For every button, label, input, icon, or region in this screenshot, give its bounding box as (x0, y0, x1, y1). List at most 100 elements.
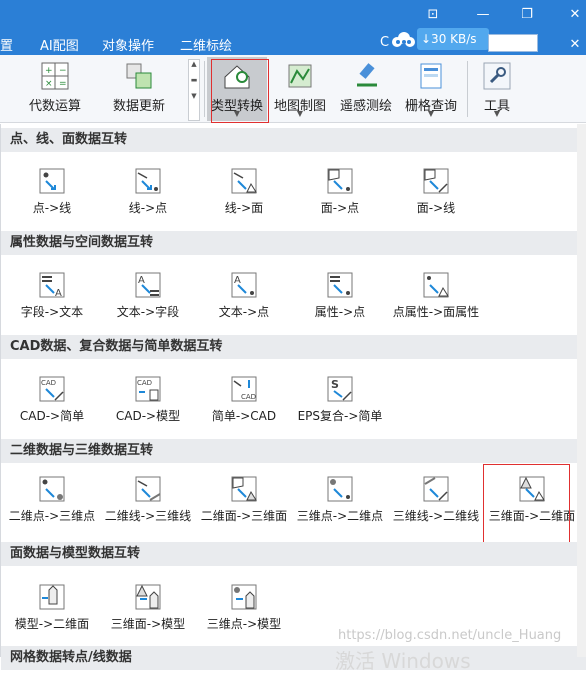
tool-label: 模型->二维面 (14, 617, 90, 631)
tool-3d-line-to-2d-line[interactable]: 三维线->二维线 (388, 476, 484, 523)
svg-text:×: × (45, 79, 53, 89)
svg-text:S: S (331, 378, 339, 391)
tool-label: 点属性->面属性 (392, 305, 480, 319)
ribbon-scroll[interactable]: ▲ ▬ ▼ (188, 59, 200, 121)
convert-icon (423, 476, 449, 502)
svg-text:A: A (138, 275, 145, 286)
convert-icon: A (231, 272, 257, 298)
tool-cad-to-model[interactable]: CAD CAD->模型 (100, 376, 196, 423)
close-icon[interactable]: ✕ (566, 6, 584, 24)
tool-polygon-to-point[interactable]: 面->点 (292, 168, 388, 215)
convert-icon: A (135, 272, 161, 298)
tool-label: 面->线 (416, 201, 456, 215)
tool-point-attr-to-polygon-attr[interactable]: 点属性->面属性 (388, 272, 484, 319)
tool-label: 面->点 (320, 201, 360, 215)
tool-label: 属性->点 (314, 305, 366, 319)
convert-icon (135, 584, 161, 610)
tool-label: 字段->文本 (20, 305, 84, 319)
wrench-icon (483, 62, 511, 90)
cloud-icon (392, 32, 415, 47)
raster-query-button[interactable]: 栅格查询 ▼ (400, 57, 462, 121)
menu-item-ai-mapping[interactable]: AI配图 (40, 35, 79, 54)
windows-activation-watermark: 激活 Windows (335, 649, 471, 673)
ribbon-separator (204, 61, 205, 117)
section-header: 二维数据与三维数据互转 (1, 439, 586, 463)
convert-icon (39, 476, 65, 502)
chevron-down-icon: ▼ (296, 109, 304, 118)
tool-3d-point-to-2d-point[interactable]: 三维点->二维点 (292, 476, 388, 523)
section-header: 面数据与模型数据互转 (1, 542, 586, 566)
svg-text:+: + (45, 66, 53, 76)
tool-3d-polygon-to-model[interactable]: 三维面->模型 (100, 584, 196, 631)
type-convert-panel: 点、线、面数据互转 点->线 线->点 线->面 面->点 面->线 属性数据与… (0, 124, 586, 670)
tool-2d-point-to-3d-point[interactable]: 二维点->三维点 (4, 476, 100, 523)
svg-text:A: A (234, 275, 241, 286)
tool-model-to-2d-polygon[interactable]: 模型->二维面 (4, 584, 100, 631)
tool-label: 点->线 (32, 201, 72, 215)
convert-icon (231, 476, 257, 502)
menu-item-2d-plot[interactable]: 二维标绘 (180, 35, 232, 54)
convert-icon: CAD (135, 376, 161, 402)
convert-icon (327, 168, 353, 194)
section-header: 属性数据与空间数据互转 (1, 231, 586, 255)
tool-field-to-text[interactable]: A 字段->文本 (4, 272, 100, 319)
chevron-down-icon: ▼ (427, 109, 435, 118)
search-input[interactable] (488, 34, 538, 52)
tool-2d-polygon-to-3d-polygon[interactable]: 二维面->三维面 (196, 476, 292, 523)
tool-label: CAD->简单 (19, 409, 85, 423)
tool-2d-line-to-3d-line[interactable]: 二维线->三维线 (100, 476, 196, 523)
tool-simple-to-cad[interactable]: CAD 简单->CAD (196, 376, 292, 423)
raster-query-icon (420, 63, 442, 89)
tool-3d-point-to-model[interactable]: 三维点->模型 (196, 584, 292, 631)
convert-icon (39, 584, 65, 610)
tool-label: 三维点->二维点 (296, 509, 384, 523)
tool-line-to-point[interactable]: 线->点 (100, 168, 196, 215)
tool-label: 二维面->三维面 (200, 509, 288, 523)
close-icon[interactable]: ✕ (566, 36, 584, 54)
tool-polygon-to-line[interactable]: 面->线 (388, 168, 484, 215)
svg-text:−: − (59, 66, 67, 76)
algebra-calc-button[interactable]: + − × = 代数运算 (20, 57, 90, 121)
tool-label: 文本->字段 (116, 305, 180, 319)
tools-button[interactable]: 工具 ▼ (474, 57, 520, 121)
tool-text-to-point[interactable]: A 文本->点 (196, 272, 292, 319)
convert-icon (135, 168, 161, 194)
title-bar: ⊡ — ❐ ✕ (0, 0, 586, 32)
algebra-calc-label: 代数运算 (28, 99, 81, 114)
section-header: 网格数据转点/线数据 (1, 646, 586, 670)
convert-icon (231, 584, 257, 610)
tool-label: 简单->CAD (211, 409, 277, 423)
svg-text:CAD: CAD (241, 393, 256, 401)
tool-point-to-line[interactable]: 点->线 (4, 168, 100, 215)
convert-icon: CAD (39, 376, 65, 402)
data-update-icon (126, 63, 152, 89)
data-update-label: 数据更新 (112, 99, 165, 114)
menu-item-settings[interactable]: 置 (0, 35, 13, 54)
tool-label: 二维点->三维点 (8, 509, 96, 523)
map-making-button[interactable]: 地图制图 ▼ (270, 57, 330, 121)
tool-attribute-to-point[interactable]: 属性->点 (292, 272, 388, 319)
convert-icon (327, 272, 353, 298)
minimize-icon[interactable]: — (474, 6, 492, 24)
svg-text:CAD: CAD (137, 379, 152, 387)
data-update-button[interactable]: 数据更新 (102, 57, 176, 121)
restore-icon[interactable]: ❐ (518, 6, 536, 24)
tool-label: 三维线->二维线 (392, 509, 480, 523)
convert-icon: S (327, 376, 353, 402)
tool-cad-to-simple[interactable]: CAD CAD->简单 (4, 376, 100, 423)
convert-icon (423, 272, 449, 298)
tool-text-to-field[interactable]: A 文本->字段 (100, 272, 196, 319)
tool-label: 线->点 (128, 201, 168, 215)
map-making-icon (288, 64, 312, 88)
svg-text:A: A (55, 288, 62, 298)
pin-icon[interactable]: ⊡ (424, 6, 442, 24)
remote-sensing-button[interactable]: 遥感测绘 (334, 57, 398, 121)
tool-label: 文本->点 (218, 305, 270, 319)
panel-scrollbar[interactable] (577, 124, 586, 657)
convert-icon (423, 168, 449, 194)
menu-item-object-ops[interactable]: 对象操作 (102, 35, 154, 54)
svg-text:=: = (59, 79, 67, 89)
tool-eps-to-simple[interactable]: S EPS复合->简单 (292, 376, 388, 423)
tool-line-to-polygon[interactable]: 线->面 (196, 168, 292, 215)
tool-label: 线->面 (224, 201, 264, 215)
